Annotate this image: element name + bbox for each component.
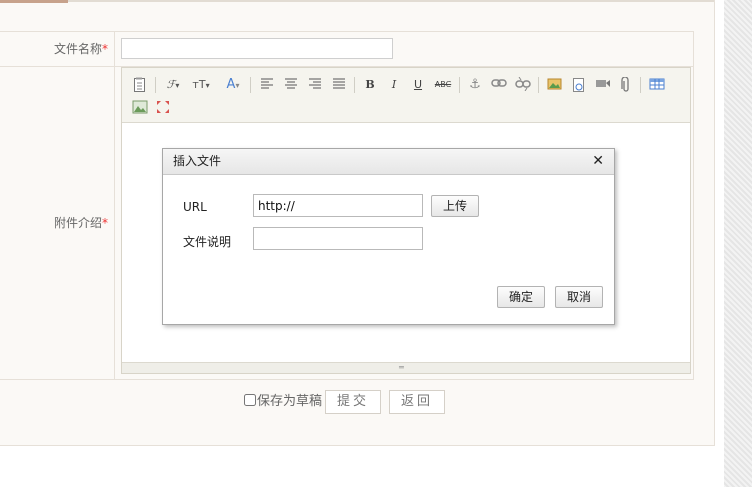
toolbar-separator — [155, 77, 156, 93]
confirm-button[interactable]: 确定 — [497, 286, 545, 308]
justify-icon[interactable] — [331, 77, 347, 93]
toolbar-separator — [459, 77, 460, 93]
url-input[interactable] — [253, 194, 423, 217]
filename-value-cell — [115, 32, 694, 67]
save-draft-label: 保存为草稿 — [257, 394, 323, 409]
url-label: URL — [183, 200, 207, 214]
toolbar-separator — [538, 77, 539, 93]
required-mark: * — [102, 216, 108, 230]
unlink-icon[interactable] — [515, 76, 531, 93]
font-color-icon[interactable]: A▾ — [222, 77, 244, 93]
editor-resize-bar[interactable]: ═ — [122, 362, 690, 373]
picture-icon[interactable] — [132, 100, 148, 116]
upload-button[interactable]: 上传 — [431, 195, 479, 217]
filename-label-cell: 文件名称* — [0, 32, 115, 67]
attachment-label: 附件介绍 — [53, 216, 102, 230]
active-tab-indicator — [0, 0, 68, 3]
filename-input[interactable] — [121, 38, 393, 59]
toolbar-separator — [640, 77, 641, 93]
back-button[interactable]: 返回 — [389, 390, 445, 414]
tab-bar-line — [0, 0, 714, 2]
cancel-button[interactable]: 取消 — [555, 286, 603, 308]
filename-label: 文件名称 — [53, 42, 102, 56]
attachment-label-cell: 附件介绍* — [0, 67, 115, 379]
font-family-icon[interactable]: ℱ▾ — [162, 77, 184, 93]
save-draft-option[interactable]: 保存为草稿 — [244, 394, 322, 410]
align-right-icon[interactable] — [307, 77, 323, 93]
filename-row: 文件名称* — [0, 31, 694, 67]
align-center-icon[interactable] — [283, 77, 299, 93]
dialog-title: 插入文件 — [173, 154, 222, 168]
anchor-icon[interactable]: ⚓ — [467, 77, 483, 93]
font-size-icon[interactable]: ᴛT▾ — [190, 77, 212, 93]
required-mark: * — [102, 42, 108, 56]
attachment-icon[interactable] — [619, 76, 633, 93]
save-draft-checkbox[interactable] — [244, 394, 256, 406]
close-icon[interactable]: ✕ — [592, 149, 604, 174]
strikethrough-icon[interactable]: ABC — [433, 77, 453, 93]
align-left-icon[interactable] — [259, 77, 275, 93]
toolbar-separator — [354, 77, 355, 93]
insert-image-icon[interactable] — [547, 77, 563, 93]
resize-grip-icon[interactable]: ═ — [399, 364, 404, 372]
insert-media-icon[interactable] — [595, 77, 611, 93]
italic-icon[interactable]: I — [387, 77, 401, 93]
underline-icon[interactable]: U — [411, 77, 425, 93]
source-icon[interactable] — [132, 77, 148, 93]
toolbar-separator — [250, 77, 251, 93]
file-description-label: 文件说明 — [183, 235, 232, 249]
link-icon[interactable] — [491, 77, 507, 93]
bold-icon[interactable]: B — [363, 77, 377, 93]
dialog-header[interactable]: 插入文件 ✕ — [163, 149, 614, 175]
insert-file-dialog: 插入文件 ✕ URL 上传 文件说明 确定 取消 — [162, 148, 615, 325]
file-description-input[interactable] — [253, 227, 423, 250]
page-edge-pattern — [724, 0, 752, 487]
editor-toolbar: ℱ▾ ᴛT▾ A▾ B I U ABC ⚓ — [122, 68, 690, 123]
table-icon[interactable] — [649, 77, 665, 93]
insert-flash-icon[interactable] — [571, 77, 587, 93]
submit-button[interactable]: 提交 — [325, 390, 381, 414]
fullscreen-icon[interactable] — [155, 100, 171, 116]
